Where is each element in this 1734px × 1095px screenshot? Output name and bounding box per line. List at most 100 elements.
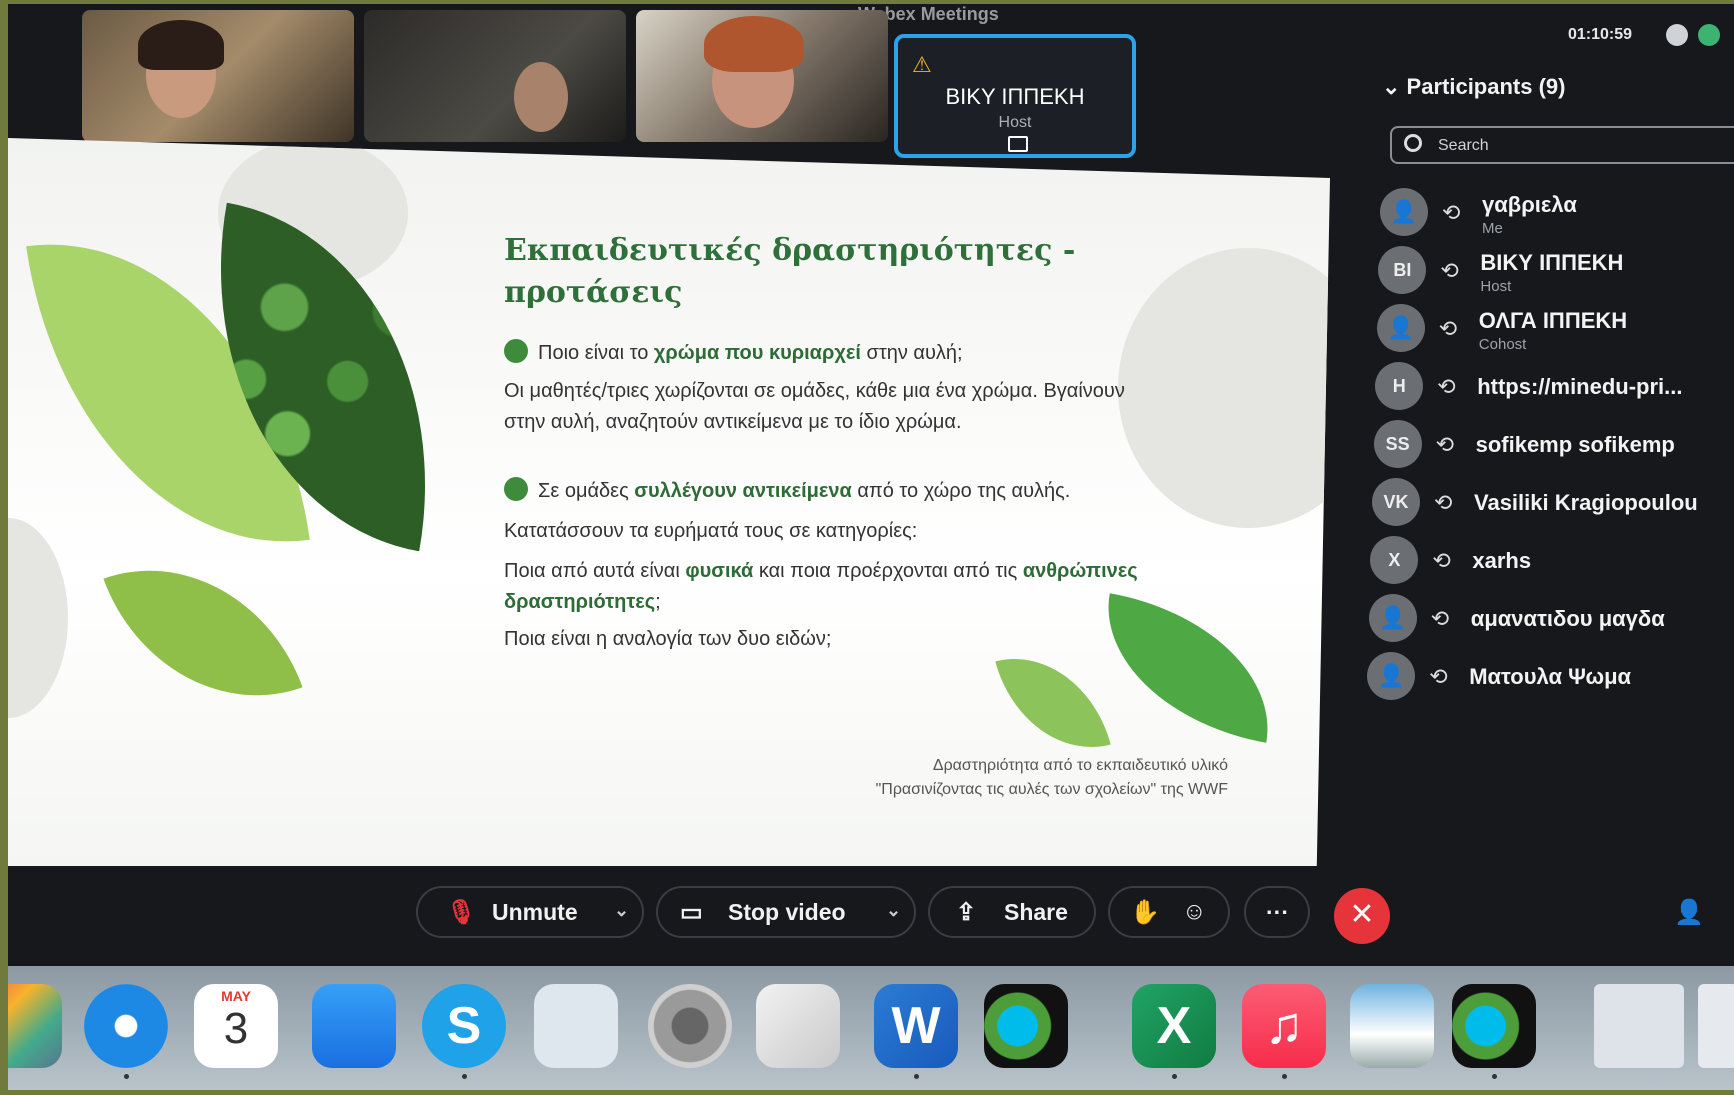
end-meeting-button[interactable]: ✕ <box>1334 888 1390 944</box>
calendar-month: MAY <box>221 988 251 1004</box>
more-options-button[interactable]: ··· <box>1244 886 1310 938</box>
downloads-stack-icon[interactable] <box>1594 984 1684 1068</box>
unmute-label: Unmute <box>492 899 578 925</box>
audio-status-icon: ⟲ <box>1435 432 1455 457</box>
participants-toggle-icon[interactable]: 👤 <box>1674 898 1704 927</box>
word-letter: W <box>891 997 941 1055</box>
slide-paragraph: Ποια είναι η αναλογία των δυο ειδών; <box>504 628 832 650</box>
participant-face <box>514 62 568 132</box>
blank-app-icon[interactable] <box>534 984 618 1068</box>
participant-name: xarhs <box>1472 548 1532 573</box>
avatar: BI <box>1378 246 1427 294</box>
photos-preview-icon[interactable] <box>1350 984 1434 1068</box>
unmute-button[interactable]: 🎙 Unmute ⌄ <box>416 886 644 938</box>
stop-video-button[interactable]: ▭ Stop video ⌄ <box>656 886 916 938</box>
shared-slide: Εκπαιδευτικές δραστηριότητες - προτάσεις… <box>8 138 1330 866</box>
app-store-icon[interactable] <box>312 984 396 1068</box>
skype-icon[interactable]: S <box>422 984 506 1068</box>
launchpad-icon[interactable] <box>8 984 62 1068</box>
safari-icon[interactable] <box>84 984 168 1068</box>
share-button[interactable]: ⇪ Share <box>928 886 1096 938</box>
person-icon: 👤 <box>1390 199 1418 224</box>
slide-credit: Δραστηριότητα από το εκπαιδευτικό υλικό … <box>748 754 1228 802</box>
slide-paragraph: Οι μαθητές/τριες χωρίζονται σε ομάδες, κ… <box>504 380 1125 433</box>
video-tile[interactable] <box>636 10 888 142</box>
participant-row[interactable]: 👤 ⟲ Ματουλα Ψωμα <box>1367 652 1727 710</box>
slide-bullet: Ποιο είναι το χρώμα που κυριαρχεί στην α… <box>504 338 1124 369</box>
participant-search-input[interactable]: Search <box>1390 126 1734 164</box>
audio-status-icon: ⟲ <box>1437 374 1456 399</box>
participant-row[interactable]: H ⟲ https://minedu-pri... <box>1375 362 1734 420</box>
search-placeholder: Search <box>1438 137 1489 154</box>
audio-status-icon: ⟲ <box>1438 316 1458 341</box>
running-indicator <box>124 1074 129 1079</box>
tile-role: Host <box>998 114 1032 131</box>
preview-icon[interactable] <box>756 984 840 1068</box>
chevron-down-icon[interactable]: ⌄ <box>614 900 629 921</box>
video-tile[interactable] <box>364 10 626 142</box>
participants-count: Participants (9) <box>1406 74 1566 99</box>
screen-share-icon <box>1008 136 1028 152</box>
warning-icon: ⚠ <box>912 52 932 77</box>
avatar: 👤 <box>1367 652 1416 700</box>
avatar: 👤 <box>1380 188 1428 236</box>
raise-hand-icon[interactable]: ✋ <box>1130 898 1160 927</box>
music-icon[interactable]: ♫ <box>1242 984 1326 1068</box>
system-preferences-icon[interactable] <box>648 984 732 1068</box>
skype-letter: S <box>446 997 482 1055</box>
stop-video-label: Stop video <box>728 899 846 925</box>
audio-status-icon: ⟲ <box>1434 490 1453 515</box>
emoji-icon[interactable]: ☺ <box>1182 898 1207 926</box>
audio-status-icon: ⟲ <box>1429 664 1448 689</box>
audio-status-icon: ⟲ <box>1442 200 1461 225</box>
participant-row[interactable]: VK ⟲ Vasiliki Kragiopoulou <box>1372 478 1732 536</box>
participant-name: sofikemp sofikemp <box>1475 432 1675 457</box>
share-icon: ⇪ <box>956 899 977 926</box>
participant-row[interactable]: SS ⟲ sofikemp sofikemp <box>1373 420 1734 478</box>
participant-role: Me <box>1482 220 1503 237</box>
excel-icon[interactable]: X <box>1132 984 1216 1068</box>
screen: Webex Meetings ⚠ ΒΙΚΥ ΙΠΠΕΚΗ Host Εκπαιδ… <box>8 4 1734 1090</box>
running-indicator <box>914 1074 919 1079</box>
excel-letter: X <box>1156 997 1192 1055</box>
running-indicator <box>1172 1074 1177 1079</box>
calendar-icon[interactable]: MAY 3 <box>194 984 278 1068</box>
participant-name: ΒΙΚΥ ΙΠΠΕΚΗ <box>1480 250 1624 275</box>
webex-icon[interactable] <box>984 984 1068 1068</box>
participant-name: γαβριελα <box>1482 192 1577 217</box>
participant-row[interactable]: X ⟲ xarhs <box>1370 536 1730 594</box>
participant-role: Host <box>1480 278 1512 295</box>
trash-icon[interactable] <box>1698 984 1734 1068</box>
slide-paragraph: Κατατάσσουν τα ευρήματά τους σε κατηγορί… <box>504 520 918 542</box>
host-avatar-tile[interactable]: ⚠ ΒΙΚΥ ΙΠΠΕΚΗ Host <box>894 34 1136 158</box>
decor-leaf <box>103 527 303 739</box>
webex-meetings-icon[interactable] <box>1452 984 1536 1068</box>
info-icon[interactable] <box>1666 24 1688 46</box>
participants-header[interactable]: ⌄ Participants (9) <box>1382 74 1565 100</box>
participant-name: Vasiliki Kragiopoulou <box>1474 490 1698 515</box>
share-label: Share <box>1004 899 1068 925</box>
tree-icon <box>504 339 528 363</box>
reactions-group: ✋ ☺ <box>1108 886 1230 938</box>
camera-icon: ▭ <box>680 899 703 926</box>
person-icon: 👤 <box>1387 315 1415 340</box>
running-indicator <box>1282 1074 1287 1079</box>
avatar: VK <box>1372 478 1420 526</box>
avatar: 👤 <box>1376 304 1425 352</box>
audio-status-icon: ⟲ <box>1430 606 1450 631</box>
participant-name: https://minedu-pri... <box>1477 374 1683 399</box>
participant-row[interactable]: 👤 ⟲ αμανατιδου μαγδα <box>1368 594 1729 652</box>
participant-row[interactable]: 👤 ⟲ γαβριελα Me <box>1380 188 1734 246</box>
search-icon <box>1404 134 1422 152</box>
calendar-day: 3 <box>223 1004 249 1053</box>
video-tile[interactable] <box>82 10 354 142</box>
chevron-down-icon[interactable]: ⌄ <box>886 900 901 921</box>
security-icon[interactable] <box>1698 24 1720 46</box>
avatar: X <box>1370 536 1419 584</box>
participant-row[interactable]: BI ⟲ ΒΙΚΥ ΙΠΠΕΚΗ Host <box>1378 246 1734 304</box>
decor-circle <box>1118 248 1330 528</box>
participant-row[interactable]: 👤 ⟲ ΟΛΓΑ ΙΠΠΕΚΗ Cohost <box>1376 304 1734 362</box>
avatar: SS <box>1373 420 1422 468</box>
word-icon[interactable]: W <box>874 984 958 1068</box>
slide-bullet: Σε ομάδες συλλέγουν αντικείμενα από το χ… <box>504 476 1144 507</box>
